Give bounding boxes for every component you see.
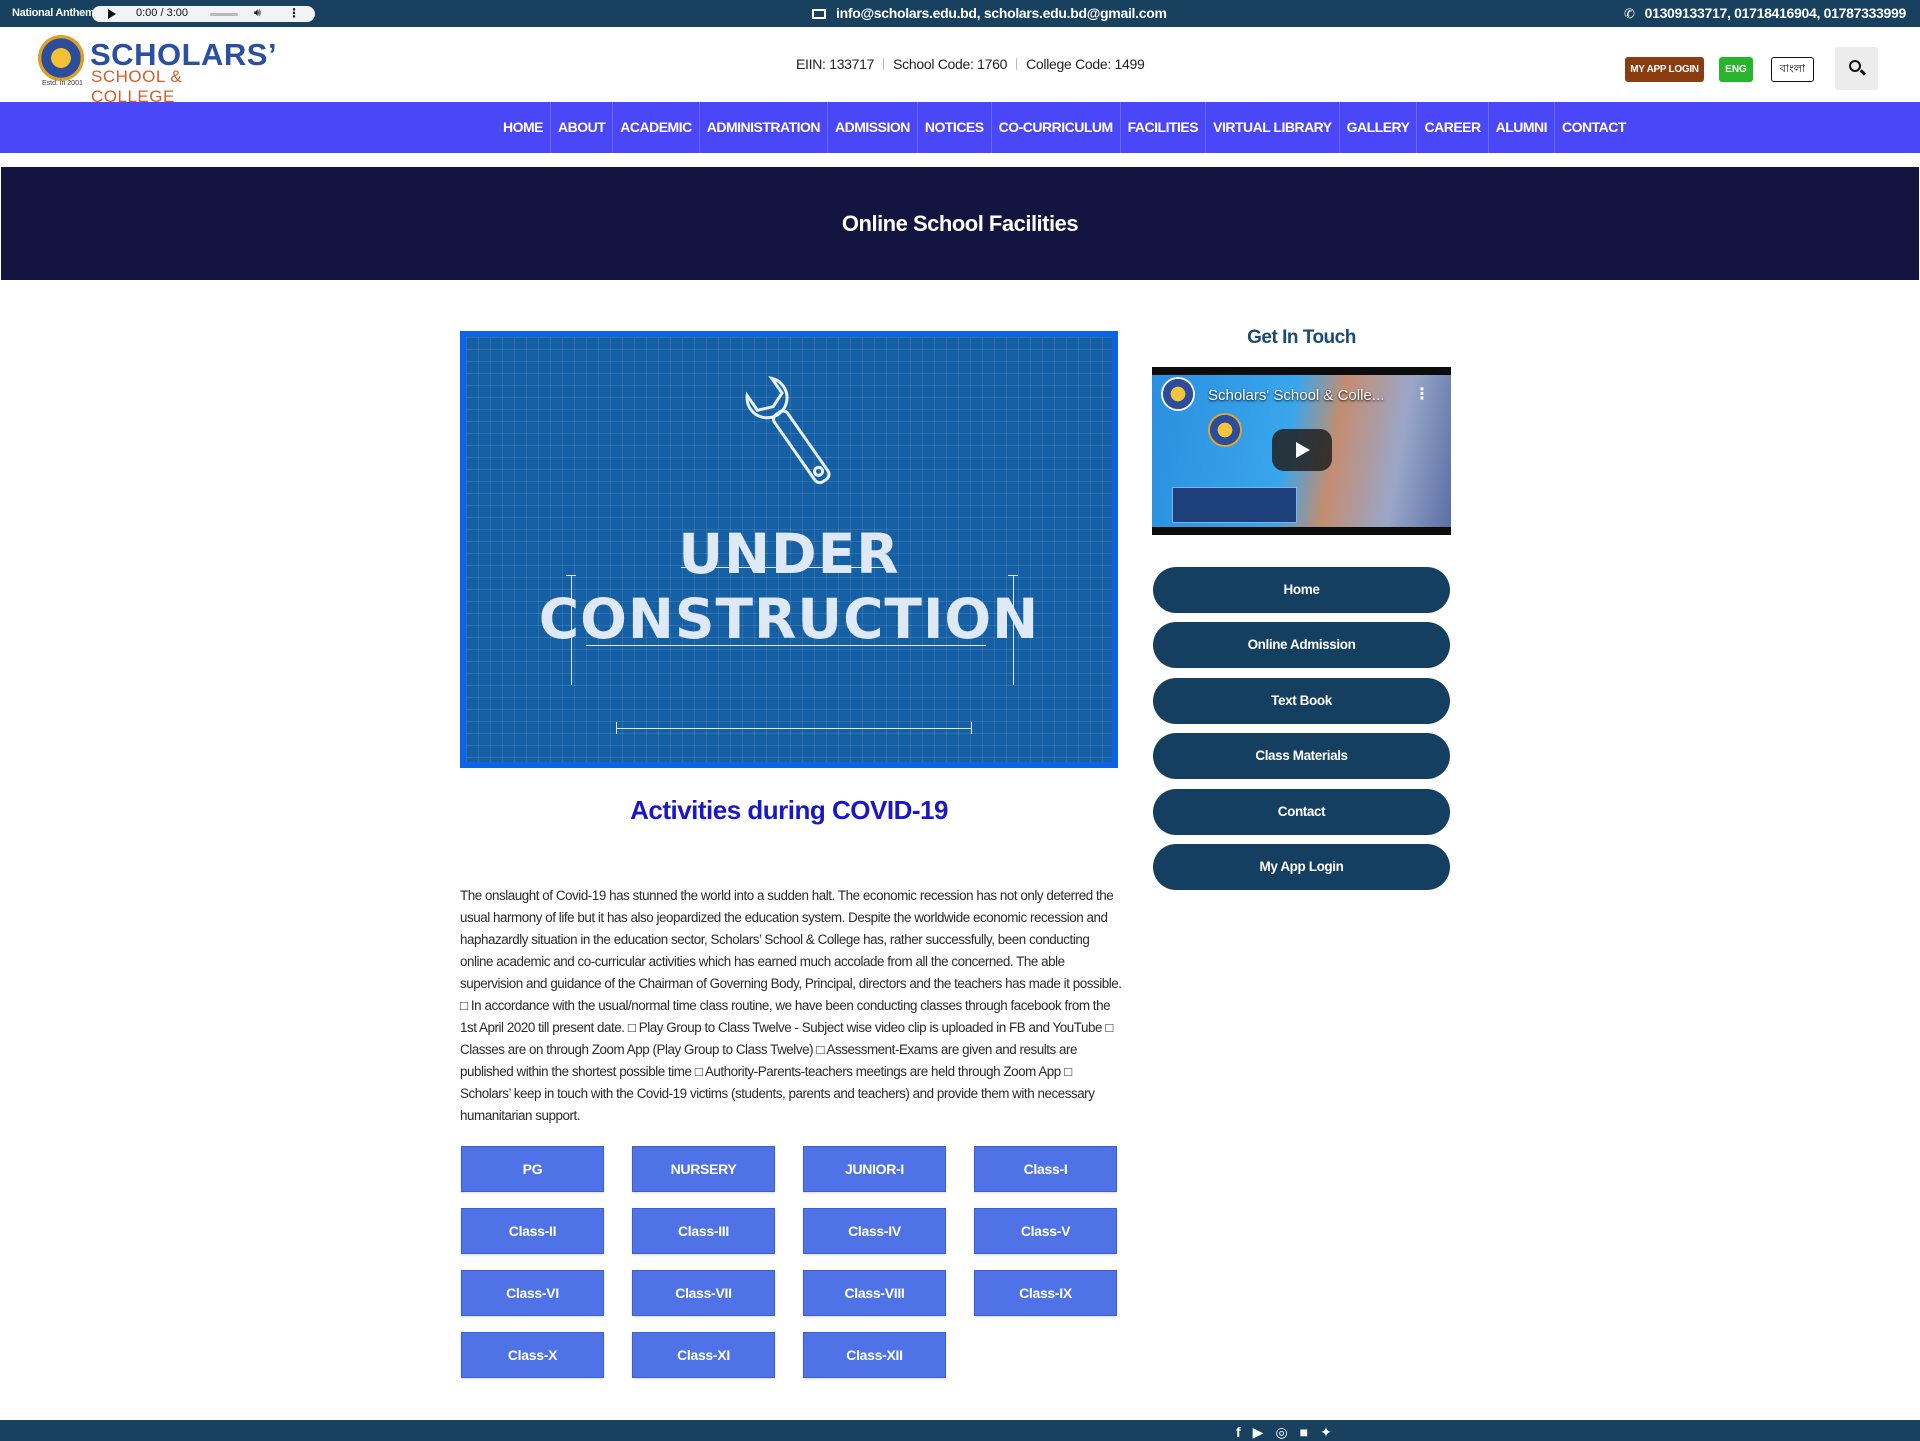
envelope-icon bbox=[812, 9, 826, 19]
class-button-class-iii[interactable]: Class-III bbox=[632, 1208, 775, 1254]
player-time: 0:00 / 3:00 bbox=[136, 7, 188, 19]
class-button-class-v[interactable]: Class-V bbox=[974, 1208, 1117, 1254]
logo-name-line2: SCHOOL & COLLEGE bbox=[91, 67, 183, 106]
sidebar-link-contact[interactable]: Contact bbox=[1153, 789, 1450, 835]
covid-activities-text: The onslaught of Covid-19 has stunned th… bbox=[460, 888, 1122, 1123]
hero-text-line2: CONSTRUCTION bbox=[538, 587, 1040, 651]
sidebar-link-online-admission[interactable]: Online Admission bbox=[1153, 622, 1450, 668]
youtube-video-embed[interactable]: Scholars' School & Colle... ⋮ bbox=[1152, 367, 1451, 535]
nav-item-home[interactable]: HOME bbox=[496, 102, 551, 153]
blueprint-line bbox=[586, 645, 986, 646]
hero-text-line1: UNDER bbox=[678, 522, 900, 586]
logo-estd: Estd. in 2001 bbox=[42, 80, 83, 87]
divider bbox=[1016, 58, 1018, 70]
site-header: Estd. in 2001 SCHOLARS’ SCHOOL & COLLEGE… bbox=[0, 27, 1920, 106]
more-vert-icon[interactable]: ⋮ bbox=[288, 6, 300, 20]
nav-item-admission[interactable]: ADMISSION bbox=[828, 102, 918, 153]
blueprint-line bbox=[616, 728, 971, 729]
school-code: School Code: 1760 bbox=[893, 56, 1008, 72]
play-icon bbox=[1296, 442, 1310, 458]
class-button-class-i[interactable]: Class-I bbox=[974, 1146, 1117, 1192]
video-play-button[interactable] bbox=[1272, 429, 1332, 471]
play-icon[interactable] bbox=[108, 9, 116, 19]
national-anthem-label: National Anthem bbox=[12, 7, 95, 19]
phone-text[interactable]: 01309133717, 01718416904, 01787333999 bbox=[1645, 5, 1907, 21]
search-button[interactable] bbox=[1835, 47, 1878, 90]
class-button-class-iv[interactable]: Class-IV bbox=[803, 1208, 946, 1254]
volume-icon[interactable]: 🔊︎ bbox=[254, 7, 261, 20]
sidebar-link-class-materials[interactable]: Class Materials bbox=[1153, 733, 1450, 779]
video-info-card bbox=[1172, 487, 1297, 523]
class-button-class-x[interactable]: Class-X bbox=[461, 1332, 604, 1378]
class-button-class-xi[interactable]: Class-XI bbox=[632, 1332, 775, 1378]
blueprint-line bbox=[1013, 575, 1014, 685]
video-title[interactable]: Scholars' School & Colle... bbox=[1208, 387, 1384, 404]
channel-avatar[interactable] bbox=[1161, 377, 1195, 411]
nav-item-virtual-library[interactable]: VIRTUAL LIBRARY bbox=[1206, 102, 1340, 153]
audio-player[interactable]: 0:00 / 3:00 🔊︎ ⋮ bbox=[92, 6, 315, 22]
nav-item-facilities[interactable]: FACILITIES bbox=[1121, 102, 1207, 153]
institution-codes: EIIN: 133717 School Code: 1760 College Cod… bbox=[796, 56, 1145, 72]
main-nav: HOME ABOUT ACADEMIC ADMINISTRATION ADMIS… bbox=[0, 102, 1920, 153]
under-construction-image: UNDER CONSTRUCTION bbox=[460, 331, 1118, 768]
nav-item-notices[interactable]: NOTICES bbox=[918, 102, 992, 153]
language-english-button[interactable]: ENG bbox=[1719, 57, 1753, 82]
eiin-code: EIIN: 133717 bbox=[796, 56, 875, 72]
sidebar-link-text-book[interactable]: Text Book bbox=[1153, 678, 1450, 724]
class-button-junior-i[interactable]: JUNIOR-I bbox=[803, 1146, 946, 1192]
youtube-icon[interactable]: ▶ bbox=[1253, 1424, 1276, 1440]
site-logo[interactable]: Estd. in 2001 SCHOLARS’ SCHOOL & COLLEGE bbox=[38, 35, 277, 106]
blueprint-line bbox=[616, 722, 617, 734]
video-logo-seal-icon bbox=[1208, 413, 1242, 447]
nav-item-about[interactable]: ABOUT bbox=[551, 102, 614, 153]
divider bbox=[883, 58, 885, 70]
class-button-class-viii[interactable]: Class-VIII bbox=[803, 1270, 946, 1316]
email-text[interactable]: info@scholars.edu.bd, scholars.edu.bd@gm… bbox=[836, 5, 1167, 21]
nav-item-career[interactable]: CAREER bbox=[1417, 102, 1489, 153]
class-button-pg[interactable]: PG bbox=[461, 1146, 604, 1192]
linkedin-icon[interactable]: ■ bbox=[1300, 1424, 1320, 1440]
social-links: f▶◎■✦ bbox=[1236, 1424, 1344, 1441]
class-button-class-ii[interactable]: Class-II bbox=[461, 1208, 604, 1254]
sidebar-title: Get In Touch bbox=[1247, 327, 1356, 348]
logo-seal-icon bbox=[38, 35, 84, 81]
language-bangla-button[interactable]: বাংলা bbox=[1771, 57, 1814, 82]
facebook-icon[interactable]: f bbox=[1236, 1424, 1253, 1440]
seek-bar[interactable] bbox=[210, 13, 238, 16]
blueprint-line bbox=[571, 575, 572, 685]
class-button-class-vii[interactable]: Class-VII bbox=[632, 1270, 775, 1316]
site-footer: f▶◎■✦ bbox=[0, 1420, 1920, 1441]
contact-email[interactable]: info@scholars.edu.bd, scholars.edu.bd@gm… bbox=[812, 5, 1167, 21]
sidebar-link-my-app-login[interactable]: My App Login bbox=[1153, 844, 1450, 890]
search-icon-handle bbox=[1859, 69, 1867, 76]
wrench-icon bbox=[745, 375, 831, 485]
nav-item-alumni[interactable]: ALUMNI bbox=[1489, 102, 1556, 153]
class-button-nursery[interactable]: NURSERY bbox=[632, 1146, 775, 1192]
contact-phone[interactable]: ✆ 01309133717, 01718416904, 01787333999 bbox=[1624, 5, 1906, 22]
class-button-class-ix[interactable]: Class-IX bbox=[974, 1270, 1117, 1316]
sidebar-link-home[interactable]: Home bbox=[1153, 567, 1450, 613]
page-banner: Online School Facilities bbox=[1, 167, 1919, 280]
nav-item-administration[interactable]: ADMINISTRATION bbox=[700, 102, 829, 153]
blueprint-line bbox=[971, 722, 972, 734]
nav-item-co-curriculum[interactable]: CO-CURRICULUM bbox=[992, 102, 1121, 153]
page-title: Online School Facilities bbox=[841, 211, 1079, 236]
my-app-login-button[interactable]: MY APP LOGIN bbox=[1625, 57, 1704, 82]
top-bar: National Anthem 0:00 / 3:00 🔊︎ ⋮ info@sc… bbox=[0, 0, 1920, 27]
phone-icon: ✆ bbox=[1624, 6, 1635, 21]
class-button-class-vi[interactable]: Class-VI bbox=[461, 1270, 604, 1316]
nav-item-contact[interactable]: CONTACT bbox=[1555, 102, 1633, 153]
class-button-class-xii[interactable]: Class-XII bbox=[803, 1332, 946, 1378]
blueprint-graphic: UNDER CONSTRUCTION bbox=[466, 337, 1112, 762]
section-title: Activities during COVID-19 bbox=[630, 795, 948, 825]
blueprint-line bbox=[681, 567, 891, 568]
college-code: College Code: 1499 bbox=[1026, 56, 1145, 72]
instagram-icon[interactable]: ◎ bbox=[1275, 1424, 1299, 1440]
more-vert-icon[interactable]: ⋮ bbox=[1414, 384, 1430, 404]
twitter-icon[interactable]: ✦ bbox=[1320, 1424, 1344, 1440]
nav-item-gallery[interactable]: GALLERY bbox=[1340, 102, 1418, 153]
nav-item-academic[interactable]: ACADEMIC bbox=[613, 102, 700, 153]
